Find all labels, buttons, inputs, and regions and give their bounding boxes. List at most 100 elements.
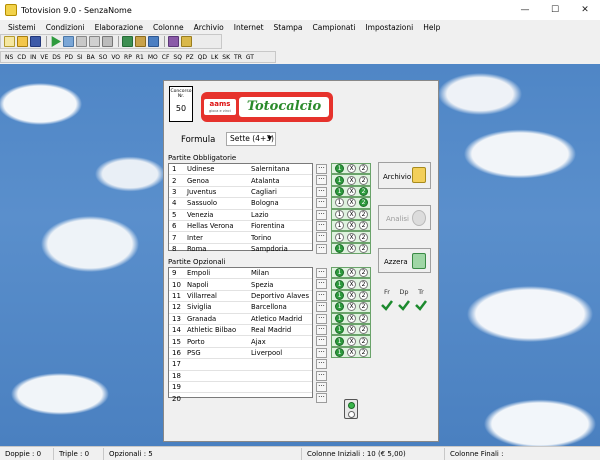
match-row[interactable]: 16 PSG Liverpool <box>169 348 312 360</box>
azzera-button[interactable]: Azzera <box>378 248 431 273</box>
match-row[interactable]: 3 Juventus Cagliari <box>169 187 312 199</box>
match-row[interactable]: 19 <box>169 382 312 394</box>
match-row[interactable]: 15 Porto Ajax <box>169 336 312 348</box>
league-button[interactable]: TR <box>232 54 244 61</box>
formula-select[interactable]: Sette (4+3) ▼ <box>226 132 276 146</box>
archive-icon[interactable] <box>135 36 146 47</box>
sign-x-toggle[interactable]: X <box>347 268 356 278</box>
sign-1-toggle[interactable]: 1 <box>335 302 344 312</box>
filter-tr[interactable]: Tr <box>413 288 429 314</box>
settings-icon[interactable] <box>181 36 192 47</box>
menu-internet[interactable]: Internet <box>229 23 269 32</box>
sign-1-toggle[interactable]: 1 <box>335 221 344 231</box>
sign-x-toggle[interactable]: X <box>347 221 356 231</box>
export-icon[interactable] <box>89 36 100 47</box>
more-options-button[interactable]: ··· <box>316 232 327 243</box>
sign-x-toggle[interactable]: X <box>347 232 356 242</box>
sign-2-toggle[interactable]: 2 <box>359 313 368 323</box>
more-options-button[interactable]: ··· <box>316 393 327 404</box>
more-options-button[interactable]: ··· <box>316 209 327 220</box>
more-options-button[interactable]: ··· <box>316 243 327 254</box>
more-options-button[interactable]: ··· <box>316 279 327 290</box>
match-row[interactable]: 13 Granada Atletico Madrid <box>169 314 312 325</box>
league-button[interactable]: IN <box>28 54 38 61</box>
sign-x-toggle[interactable]: X <box>347 243 356 253</box>
open-folder-icon[interactable] <box>17 36 28 47</box>
sign-x-toggle[interactable]: X <box>347 209 356 219</box>
menu-colonne[interactable]: Colonne <box>148 23 189 32</box>
menu-stampa[interactable]: Stampa <box>269 23 308 32</box>
more-options-button[interactable]: ··· <box>316 324 327 335</box>
more-options-button[interactable]: ··· <box>316 336 327 347</box>
league-button[interactable]: LK <box>209 54 220 61</box>
match-row[interactable]: 1 Udinese Salernitana <box>169 164 312 176</box>
sign-2-toggle[interactable]: 2 <box>359 336 368 346</box>
sign-x-toggle[interactable]: X <box>347 325 356 335</box>
menu-elaborazione[interactable]: Elaborazione <box>90 23 148 32</box>
print-icon[interactable] <box>102 36 113 47</box>
league-button[interactable]: DS <box>50 54 62 61</box>
more-options-button[interactable]: ··· <box>316 370 327 381</box>
grid-icon[interactable] <box>76 36 87 47</box>
league-button[interactable]: SQ <box>171 54 184 61</box>
sign-2-toggle[interactable]: 2 <box>359 279 368 289</box>
menu-condizioni[interactable]: Condizioni <box>41 23 90 32</box>
more-options-button[interactable]: ··· <box>316 164 327 174</box>
match-row[interactable]: 20 <box>169 393 312 404</box>
league-button[interactable]: NS <box>3 54 15 61</box>
more-options-button[interactable]: ··· <box>316 381 327 392</box>
sign-1-toggle[interactable]: 1 <box>335 175 344 185</box>
sign-2-toggle[interactable]: 2 <box>359 186 368 196</box>
match-row[interactable]: 4 Sassuolo Bologna <box>169 198 312 210</box>
match-row[interactable]: 7 Inter Torino <box>169 232 312 244</box>
more-options-button[interactable]: ··· <box>316 220 327 231</box>
sign-x-toggle[interactable]: X <box>347 164 356 174</box>
league-button[interactable]: SI <box>75 54 85 61</box>
sign-1-toggle[interactable]: 1 <box>335 209 344 219</box>
save-icon[interactable] <box>30 36 41 47</box>
sign-x-toggle[interactable]: X <box>347 279 356 289</box>
more-options-button[interactable]: ··· <box>316 359 327 370</box>
sign-2-toggle[interactable]: 2 <box>359 175 368 185</box>
sign-2-toggle[interactable]: 2 <box>359 243 368 253</box>
minimize-icon[interactable]: — <box>510 0 540 20</box>
league-button[interactable]: CD <box>15 54 28 61</box>
more-options-button[interactable]: ··· <box>316 198 327 209</box>
league-button[interactable]: QD <box>196 54 209 61</box>
sign-x-toggle[interactable]: X <box>347 336 356 346</box>
more-options-button[interactable]: ··· <box>316 313 327 324</box>
league-button[interactable]: GT <box>244 54 256 61</box>
table-icon[interactable] <box>122 36 133 47</box>
league-button[interactable]: CF <box>160 54 172 61</box>
sign-x-toggle[interactable]: X <box>347 290 356 300</box>
filter-fr[interactable]: Fr <box>379 288 395 314</box>
sign-2-toggle[interactable]: 2 <box>359 232 368 242</box>
sign-x-toggle[interactable]: X <box>347 186 356 196</box>
league-button[interactable]: VE <box>38 54 50 61</box>
league-button[interactable]: PZ <box>184 54 196 61</box>
sign-1-toggle[interactable]: 1 <box>335 279 344 289</box>
filter-dp[interactable]: Dp <box>396 288 412 314</box>
more-options-button[interactable]: ··· <box>316 268 327 278</box>
match-row[interactable]: 2 Genoa Atalanta <box>169 175 312 187</box>
more-options-button[interactable]: ··· <box>316 302 327 313</box>
match-row[interactable]: 10 Napoli Spezia <box>169 279 312 291</box>
internet-icon[interactable] <box>148 36 159 47</box>
match-row[interactable]: 12 Siviglia Barcellona <box>169 302 312 314</box>
sign-x-toggle[interactable]: X <box>347 175 356 185</box>
book-icon[interactable] <box>168 36 179 47</box>
league-button[interactable]: SO <box>97 54 110 61</box>
league-button[interactable]: VO <box>109 54 122 61</box>
more-options-button[interactable]: ··· <box>316 186 327 197</box>
sign-x-toggle[interactable]: X <box>347 347 356 357</box>
match-row[interactable]: 17 <box>169 359 312 371</box>
sign-1-toggle[interactable]: 1 <box>335 232 344 242</box>
sign-1-toggle[interactable]: 1 <box>335 164 344 174</box>
sign-1-toggle[interactable]: 1 <box>335 325 344 335</box>
play-icon[interactable] <box>51 36 61 47</box>
match-row[interactable]: 6 Hellas Verona Fiorentina <box>169 221 312 233</box>
sign-2-toggle[interactable]: 2 <box>359 198 368 208</box>
menu-archivio[interactable]: Archivio <box>189 23 229 32</box>
sign-2-toggle[interactable]: 2 <box>359 290 368 300</box>
sign-x-toggle[interactable]: X <box>347 198 356 208</box>
